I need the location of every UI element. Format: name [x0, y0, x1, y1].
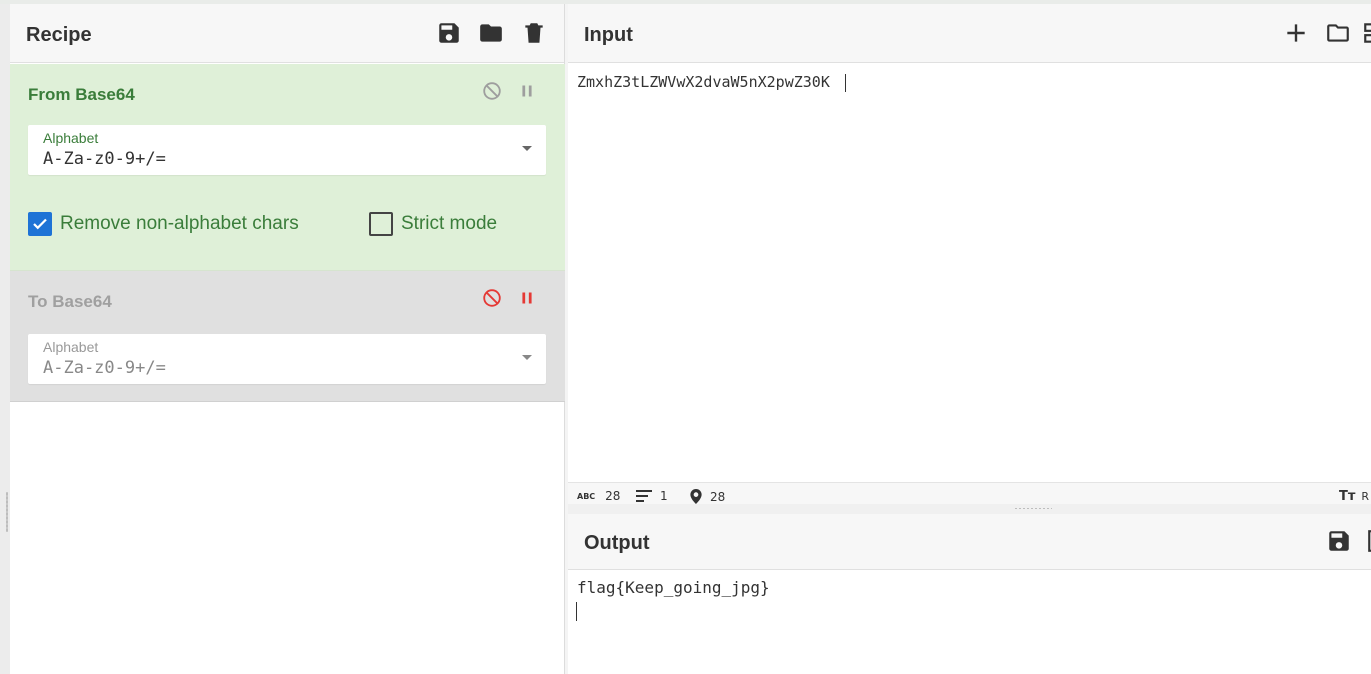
input-header: Input: [568, 4, 1371, 63]
font-size-icon[interactable]: Tᴛ: [1339, 489, 1355, 504]
input-textarea[interactable]: ZmxhZ3tLZWVwX2dvaW5nX2pwZ30K: [577, 73, 830, 91]
input-title: Input: [584, 24, 633, 46]
resize-grip[interactable]: [1014, 507, 1052, 510]
chevron-down-icon[interactable]: [522, 355, 532, 360]
text-cursor: [576, 602, 577, 621]
recipe-title: Recipe: [26, 24, 92, 46]
alphabet-value: A-Za-z0-9+/=: [43, 358, 166, 378]
resize-grip[interactable]: [6, 492, 8, 532]
remove-non-alphabet-checkbox[interactable]: Remove non-alphabet chars: [28, 211, 299, 237]
font-format-control[interactable]: Tᴛ R: [1339, 489, 1369, 504]
text-cursor: [845, 74, 846, 92]
alphabet-label: Alphabet: [43, 130, 99, 146]
char-count: ABC 28: [577, 489, 621, 503]
left-gutter: [0, 4, 10, 674]
lines-icon: [636, 490, 652, 502]
operation-to-base64[interactable]: To Base64 Alphabet A-Za-z0-9+/=: [10, 271, 565, 402]
cursor-position: 28: [690, 489, 725, 504]
operation-from-base64[interactable]: From Base64 Alphabet A-Za-z0-9+/= Remove…: [10, 64, 565, 271]
alphabet-value: A-Za-z0-9+/=: [43, 149, 166, 169]
recipe-header: Recipe: [10, 4, 564, 63]
disable-icon[interactable]: [481, 287, 503, 309]
alphabet-label: Alphabet: [43, 339, 99, 355]
tabs-icon[interactable]: [1362, 20, 1371, 46]
output-title: Output: [584, 532, 650, 554]
line-count: 1: [636, 489, 668, 503]
checkbox-checked-icon[interactable]: [28, 212, 52, 236]
location-pin-icon: [690, 489, 702, 504]
app-root: Recipe From Base64 Alphabet A-Za-z0-9+/=: [0, 0, 1371, 674]
strict-mode-checkbox[interactable]: Strict mode: [369, 211, 497, 237]
checkbox-unchecked-icon[interactable]: [369, 212, 393, 236]
recipe-panel: Recipe From Base64 Alphabet A-Za-z0-9+/=: [10, 4, 565, 674]
output-header: Output: [568, 514, 1371, 570]
chevron-down-icon[interactable]: [522, 146, 532, 151]
pause-icon[interactable]: [516, 80, 538, 102]
folder-icon[interactable]: [478, 20, 504, 46]
io-divider[interactable]: [568, 504, 1371, 514]
operation-title: To Base64: [28, 292, 112, 311]
checkbox-label: Strict mode: [401, 213, 498, 234]
alphabet-select[interactable]: Alphabet A-Za-z0-9+/=: [28, 125, 546, 175]
input-panel: Input ZmxhZ3tLZWVwX2dvaW5nX2pwZ30K ABC 2…: [568, 4, 1371, 508]
checkbox-label: Remove non-alphabet chars: [60, 213, 299, 234]
plus-icon[interactable]: [1283, 20, 1309, 46]
save-icon[interactable]: [436, 20, 462, 46]
folder-icon[interactable]: [1325, 20, 1351, 46]
pause-icon[interactable]: [516, 287, 538, 309]
alphabet-select[interactable]: Alphabet A-Za-z0-9+/=: [28, 334, 546, 384]
trash-icon[interactable]: [521, 20, 547, 46]
save-icon[interactable]: [1326, 528, 1352, 554]
abc-icon: ABC: [577, 491, 596, 501]
output-textarea[interactable]: flag{Keep_going_jpg}: [577, 578, 770, 597]
disable-icon[interactable]: [481, 80, 503, 102]
copy-icon[interactable]: [1366, 528, 1371, 554]
output-panel: Output flag{Keep_going_jpg}: [568, 514, 1371, 674]
operation-title: From Base64: [28, 85, 135, 104]
